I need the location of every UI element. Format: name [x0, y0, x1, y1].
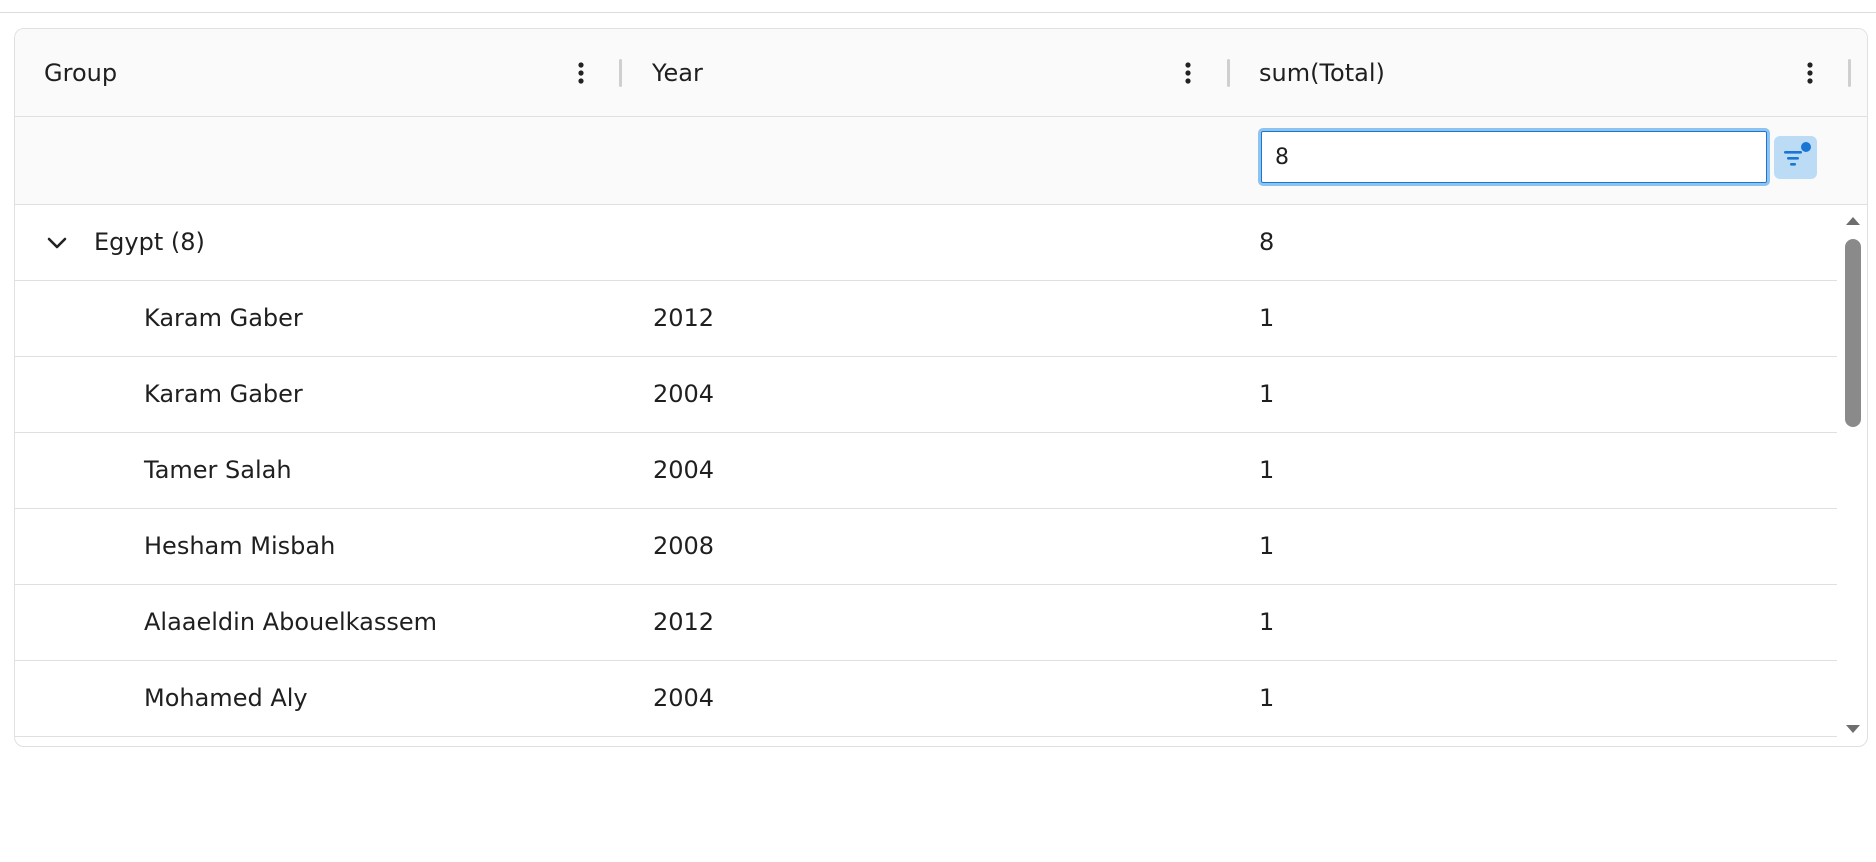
vertical-scrollbar[interactable] — [1839, 205, 1867, 746]
top-divider — [0, 0, 1876, 13]
cell-group: Karam Gaber — [144, 380, 303, 408]
table-row[interactable]: Tamer Salah 2004 1 — [15, 433, 1837, 509]
table-row[interactable]: Alaaeldin Abouelkassem 2012 1 — [15, 585, 1837, 661]
group-row[interactable]: Egypt (8) 8 — [15, 205, 1837, 281]
table-row[interactable]: Karam Gaber 2012 1 — [15, 281, 1837, 357]
grid-body: Egypt (8) 8 Karam Gaber 2012 1 Karam Gab… — [15, 205, 1837, 746]
table-row[interactable]: Hesham Misbah 2008 1 — [15, 509, 1837, 585]
cell-year: 2004 — [653, 456, 715, 484]
cell-group: Tamer Salah — [144, 456, 292, 484]
cell-total: 1 — [1259, 684, 1275, 712]
column-resize-handle[interactable] — [1848, 59, 1851, 87]
total-column-menu-icon[interactable] — [1794, 57, 1826, 89]
filter-row — [15, 117, 1867, 205]
cell-total: 1 — [1259, 304, 1275, 332]
cell-group: Hesham Misbah — [144, 532, 336, 560]
table-row[interactable]: Mohamed Aly 2004 1 — [15, 661, 1837, 737]
scroll-down-arrow-icon[interactable] — [1844, 724, 1862, 736]
cell-year: 2004 — [653, 380, 715, 408]
column-header-group[interactable]: Group — [15, 29, 623, 117]
column-title-total: sum(Total) — [1259, 59, 1385, 87]
cell-total: 1 — [1259, 608, 1275, 636]
cell-group: Mohamed Aly — [144, 684, 308, 712]
column-resize-handle[interactable] — [619, 59, 622, 87]
chevron-down-icon[interactable] — [41, 227, 73, 259]
scroll-up-arrow-icon[interactable] — [1844, 214, 1862, 226]
column-header-row: Group Year sum(Total) — [15, 29, 1867, 117]
filter-list-icon — [1784, 142, 1811, 166]
column-header-year[interactable]: Year — [623, 29, 1230, 117]
cell-total: 1 — [1259, 532, 1275, 560]
data-grid: Group Year sum(Total) 8 Egypt (8) 8 Kara… — [14, 28, 1868, 747]
cell-year: 2012 — [653, 608, 715, 636]
group-label: Egypt (8) — [94, 228, 205, 256]
column-title-year: Year — [652, 59, 703, 87]
column-header-total[interactable]: sum(Total) — [1230, 29, 1867, 117]
cell-group: Alaaeldin Abouelkassem — [144, 608, 437, 636]
column-title-group: Group — [44, 59, 118, 87]
year-column-menu-icon[interactable] — [1172, 57, 1204, 89]
scroll-thumb[interactable] — [1845, 239, 1861, 427]
cell-year: 2008 — [653, 532, 715, 560]
cell-total: 1 — [1259, 456, 1275, 484]
cell-total: 1 — [1259, 380, 1275, 408]
table-row[interactable]: Karam Gaber 2004 1 — [15, 357, 1837, 433]
group-column-menu-icon[interactable] — [565, 57, 597, 89]
filter-button[interactable] — [1774, 136, 1817, 179]
cell-group: Karam Gaber — [144, 304, 303, 332]
cell-year: 2004 — [653, 684, 715, 712]
group-total: 8 — [1259, 228, 1275, 256]
cell-year: 2012 — [653, 304, 715, 332]
total-filter-input[interactable] — [1258, 128, 1770, 186]
